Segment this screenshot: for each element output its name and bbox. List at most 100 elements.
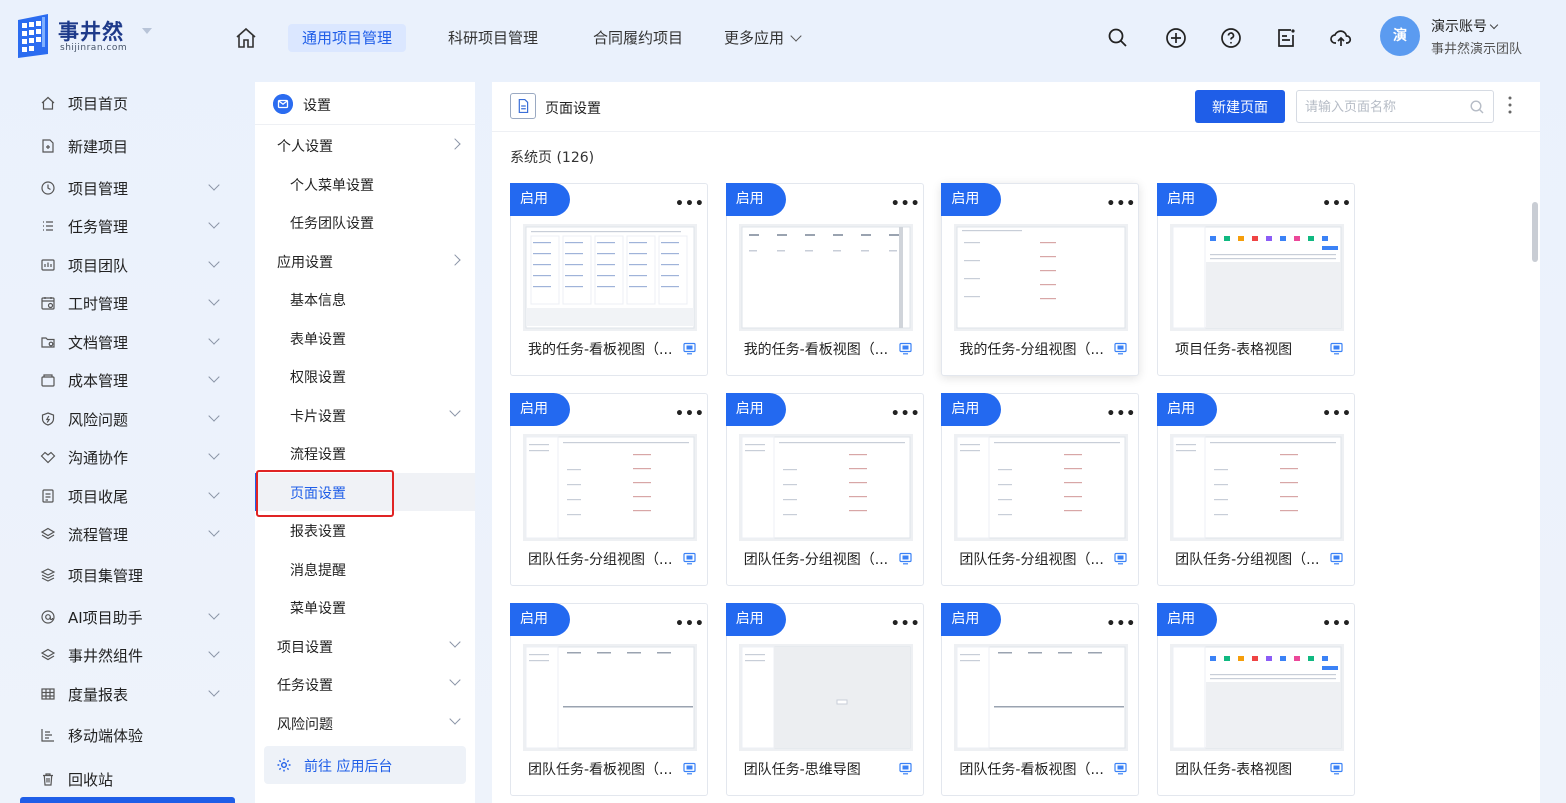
sidebar-item[interactable]: 度量报表	[20, 679, 240, 709]
page-search-input[interactable]	[1305, 97, 1465, 117]
chevron-down-icon[interactable]	[208, 179, 220, 191]
chevron-down-icon[interactable]	[208, 256, 220, 268]
page-card[interactable]: 启用 ••• 团队任务-分组视图（...	[941, 393, 1140, 586]
more-horizontal-icon[interactable]: •••	[675, 616, 705, 632]
settings-item[interactable]: 项目设置	[255, 627, 475, 665]
settings-item[interactable]: 表单设置	[255, 319, 475, 357]
more-horizontal-icon[interactable]: •••	[1322, 406, 1352, 422]
page-card[interactable]: 启用 ••• 团队任务-分组视图（...	[510, 393, 708, 586]
sidebar-item[interactable]: 事井然组件	[20, 640, 240, 670]
new-page-button[interactable]: 新建页面	[1195, 90, 1285, 123]
chevron-down-icon[interactable]	[208, 525, 220, 537]
chevron-down-icon[interactable]	[208, 646, 220, 658]
sidebar-item[interactable]: 项目收尾	[20, 481, 240, 511]
settings-item[interactable]: 风险问题	[255, 704, 475, 742]
chevron-down-icon[interactable]	[449, 674, 461, 686]
sidebar-item[interactable]: AI项目助手	[20, 602, 240, 632]
page-thumbnail[interactable]	[523, 224, 697, 331]
search-icon[interactable]	[1106, 26, 1130, 50]
page-thumbnail[interactable]	[1170, 644, 1345, 751]
avatar[interactable]: 演	[1380, 16, 1420, 56]
settings-item[interactable]: 任务设置	[255, 665, 475, 703]
chevron-right-icon[interactable]	[449, 254, 461, 266]
more-horizontal-icon[interactable]: •••	[675, 406, 705, 422]
page-card[interactable]: 启用 ••• 团队任务-看板视图（...	[510, 603, 708, 796]
notes-icon[interactable]	[1274, 26, 1298, 50]
sidebar-item[interactable]: 流程管理	[20, 519, 240, 549]
brand-logo[interactable]: 事井然 shijinran.com	[18, 14, 136, 60]
more-horizontal-icon[interactable]: •••	[891, 406, 921, 422]
more-horizontal-icon[interactable]: •••	[891, 616, 921, 632]
more-horizontal-icon[interactable]: •••	[1322, 196, 1352, 212]
sidebar-item[interactable]: 风险问题	[20, 404, 240, 434]
cloud-upload-icon[interactable]	[1329, 26, 1353, 50]
settings-item[interactable]: 权限设置	[255, 357, 475, 395]
nav-tab-more-apps[interactable]: 更多应用	[710, 24, 814, 52]
settings-item[interactable]: 流程设置	[255, 434, 475, 472]
user-account-name[interactable]: 演示账号	[1431, 16, 1499, 36]
sidebar-item[interactable]: 工时管理	[20, 288, 240, 318]
settings-item[interactable]: 卡片设置	[255, 396, 475, 434]
chevron-down-icon[interactable]	[208, 333, 220, 345]
chevron-down-icon[interactable]	[208, 487, 220, 499]
more-horizontal-icon[interactable]: •••	[1106, 196, 1136, 212]
page-thumbnail[interactable]	[523, 434, 697, 541]
settings-item[interactable]: 个人设置	[255, 126, 475, 164]
page-card[interactable]: 启用 ••• 我的任务-看板视图（...	[725, 183, 924, 376]
more-vertical-icon[interactable]	[1504, 94, 1516, 116]
settings-item[interactable]: 应用设置	[255, 242, 475, 280]
chevron-down-icon[interactable]	[449, 405, 461, 417]
page-thumbnail[interactable]	[738, 434, 913, 541]
settings-item[interactable]: 基本信息	[255, 280, 475, 318]
help-icon[interactable]	[1219, 26, 1243, 50]
page-card[interactable]: 启用 ••• 团队任务-思维导图	[725, 603, 924, 796]
page-card[interactable]: 启用 ••• 团队任务-表格视图	[1157, 603, 1356, 796]
page-thumbnail[interactable]	[954, 644, 1129, 751]
chevron-down-icon[interactable]	[208, 685, 220, 697]
nav-tab-general-project[interactable]: 通用项目管理	[288, 24, 407, 52]
page-card[interactable]: 启用 ••• 我的任务-看板视图（...	[510, 183, 708, 376]
page-thumbnail[interactable]	[523, 644, 697, 751]
more-horizontal-icon[interactable]: •••	[891, 196, 921, 212]
more-horizontal-icon[interactable]: •••	[675, 196, 705, 212]
page-card[interactable]: 启用 ••• 项目任务-表格视图	[1157, 183, 1356, 376]
more-horizontal-icon[interactable]: •••	[1106, 406, 1136, 422]
page-card[interactable]: 启用 ••• 我的任务-分组视图（...	[941, 183, 1140, 376]
sidebar-item[interactable]: 文档管理	[20, 327, 240, 357]
sidebar-item[interactable]: 任务管理	[20, 211, 240, 241]
sidebar-item[interactable]: 移动端体验	[20, 720, 240, 750]
more-horizontal-icon[interactable]: •••	[1322, 616, 1352, 632]
sidebar-item[interactable]: 沟通协作	[20, 442, 240, 472]
settings-item[interactable]: 消息提醒	[255, 550, 475, 588]
chevron-down-icon[interactable]	[208, 371, 220, 383]
chevron-down-icon[interactable]	[208, 410, 220, 422]
goto-admin-button[interactable]: 前往 应用后台	[264, 746, 466, 784]
page-thumbnail[interactable]	[1170, 434, 1345, 541]
settings-item[interactable]: 个人菜单设置	[255, 165, 475, 203]
sidebar-item[interactable]: 回收站	[20, 764, 240, 794]
chevron-down-icon[interactable]	[208, 294, 220, 306]
page-thumbnail[interactable]	[954, 434, 1129, 541]
chevron-down-icon[interactable]	[208, 448, 220, 460]
page-card[interactable]: 启用 ••• 团队任务-分组视图（...	[1157, 393, 1356, 586]
page-thumbnail[interactable]	[738, 224, 913, 331]
add-circle-icon[interactable]	[1164, 26, 1188, 50]
page-card[interactable]: 启用 ••• 团队任务-看板视图（...	[941, 603, 1140, 796]
sidebar-item[interactable]: 新建项目	[20, 131, 240, 161]
sidebar-item[interactable]: 项目管理	[20, 173, 240, 203]
chevron-down-icon[interactable]	[449, 713, 461, 725]
page-thumbnail[interactable]	[738, 644, 913, 751]
page-card[interactable]: 启用 ••• 团队任务-分组视图（...	[725, 393, 924, 586]
page-thumbnail[interactable]	[954, 224, 1129, 331]
more-horizontal-icon[interactable]: •••	[1106, 616, 1136, 632]
app-switch-caret-icon[interactable]	[142, 28, 152, 34]
search-icon[interactable]	[1469, 99, 1485, 115]
chevron-down-icon[interactable]	[208, 217, 220, 229]
scrollbar-thumb[interactable]	[1532, 202, 1538, 262]
chevron-down-icon[interactable]	[449, 636, 461, 648]
sidebar-item[interactable]: 项目首页	[20, 88, 240, 118]
chevron-down-icon[interactable]	[208, 608, 220, 620]
home-icon[interactable]	[234, 26, 258, 50]
settings-item[interactable]: 任务团队设置	[255, 203, 475, 241]
settings-item[interactable]: 菜单设置	[255, 588, 475, 626]
